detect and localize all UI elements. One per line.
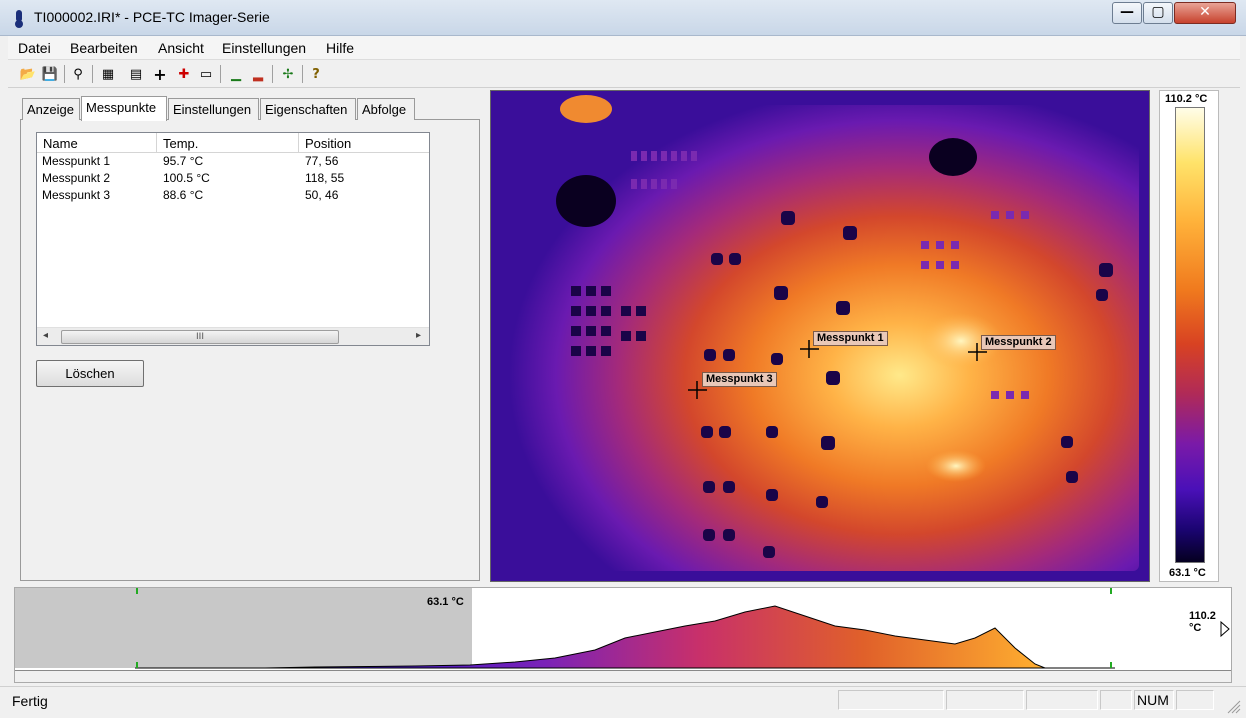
report-icon[interactable]: ▤ [126,64,146,84]
status-bar: Fertig NUM [0,686,1246,718]
histogram-plot [135,588,1230,669]
horizontal-scrollbar[interactable]: ◂ III ▸ [37,327,429,345]
point-temp: 88.6 °C [163,188,204,202]
histogram-max-label: 110.2 °C [1189,610,1216,634]
tab-einstellungen[interactable]: Einstellungen [168,98,259,120]
scroll-left-icon[interactable]: ◂ [43,330,48,341]
menu-datei[interactable]: Datei [18,40,51,56]
column-header-temp[interactable]: Temp. [157,133,299,153]
toolbar: 📂 💾 ⚲ ▦ ▤ + ✚ ▭ ▁ ▂ ✢ ? [8,60,1240,88]
point-position: 77, 56 [305,154,339,168]
resize-grip-icon[interactable] [1226,699,1242,715]
rectangle-icon[interactable]: ▭ [196,64,216,84]
status-panel [1026,690,1098,710]
help-icon[interactable]: ? [306,64,326,84]
minimize-icon: — [1120,4,1134,20]
menu-bar: Datei Bearbeiten Ansicht Einstellungen H… [8,36,1240,60]
histogram-min-label: 63.1 °C [427,596,464,608]
tab-messpunkte[interactable]: Messpunkte [81,96,167,121]
point-position: 50, 46 [305,188,339,202]
toolbar-separator [302,65,303,83]
measurement-points-list[interactable]: Name Temp. Position Messpunkt 1 95.7 °C … [36,132,430,346]
maximize-button[interactable]: ▢ [1143,2,1173,24]
properties-icon[interactable]: ▦ [98,64,118,84]
close-icon: ✕ [1199,4,1211,20]
bar-chart-icon[interactable]: ▂ [248,64,268,84]
table-row[interactable]: Messpunkt 3 88.6 °C 50, 46 [37,187,429,204]
histogram-panel[interactable]: 63.1 °C 110.2 °C [14,587,1232,683]
tab-abfolge[interactable]: Abfolge [357,98,415,120]
marker-label-point-1[interactable]: Messpunkt 1 [813,331,888,346]
point-name: Messpunkt 1 [42,154,111,168]
title-bar: TI000002.IRI* - PCE-TC Imager-Serie — ▢ … [0,0,1246,36]
marker-label-point-2[interactable]: Messpunkt 2 [981,335,1056,350]
tab-anzeige[interactable]: Anzeige [22,98,80,120]
point-name: Messpunkt 2 [42,171,111,185]
list-header: Name Temp. Position [37,133,429,153]
thermal-image[interactable]: Messpunkt 1 Messpunkt 2 Messpunkt 3 [490,90,1150,582]
toolbar-separator [272,65,273,83]
column-header-position[interactable]: Position [299,133,431,153]
point-temp: 95.7 °C [163,154,204,168]
num-lock-indicator: NUM [1134,690,1174,710]
window-title: TI000002.IRI* - PCE-TC Imager-Serie [34,9,270,25]
scroll-thumb[interactable]: III [61,330,339,344]
status-panel [838,690,944,710]
scale-min-label: 63.1 °C [1169,567,1206,579]
marker-label-point-3[interactable]: Messpunkt 3 [702,372,777,387]
point-temp: 100.5 °C [163,171,210,185]
column-header-name[interactable]: Name [37,133,157,153]
maximize-icon: ▢ [1151,4,1165,20]
histogram-icon[interactable]: ▁ [226,64,246,84]
scale-gradient [1175,107,1205,563]
table-row[interactable]: Messpunkt 1 95.7 °C 77, 56 [37,153,429,170]
toolbar-separator [220,65,221,83]
menu-ansicht[interactable]: Ansicht [158,40,204,56]
scroll-right-icon[interactable]: ▸ [416,330,421,341]
minimize-button[interactable]: — [1112,2,1142,24]
scale-max-label: 110.2 °C [1165,93,1208,105]
open-folder-icon[interactable]: 📂 [18,64,38,84]
menu-hilfe[interactable]: Hilfe [326,40,354,56]
point-position: 118, 55 [305,171,345,185]
status-panel [946,690,1024,710]
status-panel [1100,690,1132,710]
tab-eigenschaften[interactable]: Eigenschaften [260,98,356,120]
histogram-range-slider[interactable] [15,670,1231,682]
status-text: Fertig [12,693,48,709]
table-row[interactable]: Messpunkt 2 100.5 °C 118, 55 [37,170,429,187]
close-button[interactable]: ✕ [1174,2,1236,24]
delete-button[interactable]: Löschen [36,360,144,387]
status-panel [1176,690,1214,710]
save-icon[interactable]: 💾 [40,64,60,84]
toolbar-separator [64,65,65,83]
thermometer-app-icon [15,10,23,28]
temperature-color-scale: 110.2 °C 63.1 °C [1159,90,1219,582]
menu-bearbeiten[interactable]: Bearbeiten [70,40,138,56]
point-name: Messpunkt 3 [42,188,111,202]
crosshair-icon[interactable]: + [150,64,170,84]
add-point-icon[interactable]: ✚ [174,64,194,84]
toolbar-separator [92,65,93,83]
menu-einstellungen[interactable]: Einstellungen [222,40,306,56]
binoculars-icon[interactable]: ⚲ [68,64,88,84]
line-profile-icon[interactable]: ✢ [278,64,298,84]
